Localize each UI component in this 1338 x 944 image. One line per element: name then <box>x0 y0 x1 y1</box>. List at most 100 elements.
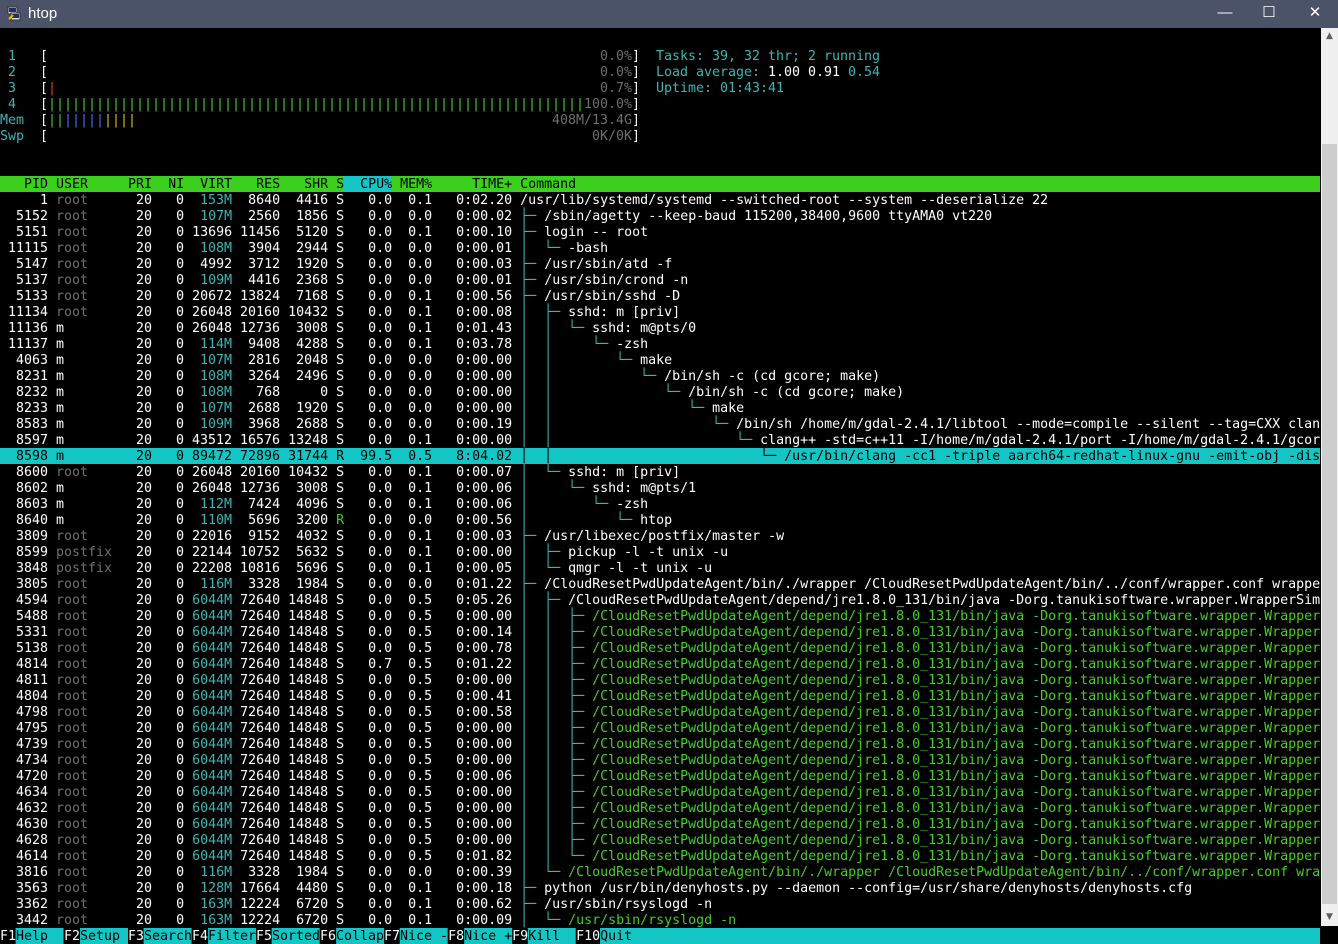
cell-res: 17664 <box>240 880 281 896</box>
process-row[interactable]: 8232 m 20 0 108M 768 0 S 0.0 0.0 0:00.00… <box>0 384 925 400</box>
column-shr[interactable]: SHR <box>280 176 328 192</box>
process-row[interactable]: 4795 root 20 0 6044M 72640 14848 S 0.0 0… <box>0 720 1338 736</box>
process-row[interactable]: 3809 root 20 0 22016 9152 4032 S 0.0 0.1… <box>0 528 802 544</box>
process-row[interactable]: 8598 m 20 0 89472 72896 31744 R 99.5 0.5… <box>0 448 1336 464</box>
process-row[interactable]: 4628 root 20 0 6044M 72640 14848 S 0.0 0… <box>0 832 1338 848</box>
cell-virt: 6044M <box>192 816 233 832</box>
meter-bracket: ] <box>632 112 641 128</box>
process-row[interactable]: 3805 root 20 0 116M 3328 1984 S 0.0 0.0 … <box>0 576 1338 592</box>
process-row[interactable]: 11136 m 20 0 26048 12736 3008 S 0.0 0.1 … <box>0 320 712 336</box>
cell-cpu: 0.0 <box>368 848 393 864</box>
cell-mem: 0.0 <box>408 256 433 272</box>
cell-command: /usr/sbin/crond -n <box>544 272 689 288</box>
cell-command: -bash <box>568 240 609 256</box>
cell-res: 13824 <box>240 288 281 304</box>
process-row[interactable]: 3563 root 20 0 128M 17664 4480 S 0.0 0.1… <box>0 880 1220 896</box>
process-row[interactable]: 5147 root 20 0 4992 3712 1920 S 0.0 0.0 … <box>0 256 688 272</box>
vertical-scrollbar[interactable]: ▲ ▼ <box>1321 28 1338 926</box>
cell-cpu: 0.0 <box>368 880 393 896</box>
column-command[interactable]: Command <box>512 176 576 192</box>
cell-pri: 20 <box>136 816 153 832</box>
column-pri[interactable]: PRI <box>120 176 152 192</box>
fkey-f4[interactable]: F4Filter <box>192 928 257 944</box>
process-row[interactable]: 4634 root 20 0 6044M 72640 14848 S 0.0 0… <box>0 784 1338 800</box>
tree-branch: │ │ └─ <box>520 448 785 464</box>
cell-virt: 109M <box>200 416 233 432</box>
fkey-f8[interactable]: F8Nice + <box>448 928 513 944</box>
process-row[interactable]: 8600 root 20 0 26048 20160 10432 S 0.0 0… <box>0 464 696 480</box>
fkey-f1[interactable]: F1Help <box>0 928 65 944</box>
process-row[interactable]: 11115 root 20 0 108M 3904 2944 S 0.0 0.0… <box>0 240 622 256</box>
process-row[interactable]: 1 root 20 0 153M 8640 4416 S 0.0 0.1 0:0… <box>0 192 1072 208</box>
process-row[interactable]: 4804 root 20 0 6044M 72640 14848 S 0.0 0… <box>0 688 1338 704</box>
cell-pid: 4795 <box>16 720 49 736</box>
process-row[interactable]: 3816 root 20 0 116M 3328 1984 S 0.0 0.0 … <box>0 864 1338 880</box>
fkey-f9[interactable]: F9Kill <box>512 928 577 944</box>
process-row[interactable]: 4734 root 20 0 6044M 72640 14848 S 0.0 0… <box>0 752 1338 768</box>
process-row[interactable]: 11137 m 20 0 114M 9408 4288 S 0.0 0.1 0:… <box>0 336 663 352</box>
fkey-f7[interactable]: F7Nice - <box>384 928 449 944</box>
column-mem[interactable]: MEM% <box>392 176 432 192</box>
fkey-f3[interactable]: F3Search <box>128 928 193 944</box>
minimize-button[interactable]: — <box>1202 0 1248 28</box>
process-row[interactable]: 3848 postfix 20 0 22208 10816 5696 S 0.0… <box>0 560 729 576</box>
process-row[interactable]: 8602 m 20 0 26048 12736 3008 S 0.0 0.1 0… <box>0 480 712 496</box>
cell-shr: 3200 <box>296 512 329 528</box>
column-header-row[interactable]: PID USER PRI NI VIRT RES SHR S CPU% MEM%… <box>0 176 1320 192</box>
column-ni[interactable]: NI <box>152 176 184 192</box>
column-user[interactable]: USER <box>48 176 120 192</box>
process-row[interactable]: 8603 m 20 0 112M 7424 4096 S 0.0 0.1 0:0… <box>0 496 663 512</box>
cell-ni: 0 <box>176 400 185 416</box>
process-row[interactable]: 5133 root 20 0 20672 13824 7168 S 0.0 0.… <box>0 288 696 304</box>
process-row[interactable]: 3362 root 20 0 163M 12224 6720 S 0.0 0.1… <box>0 896 729 912</box>
process-row[interactable]: 8233 m 20 0 107M 2688 1920 S 0.0 0.0 0:0… <box>0 400 761 416</box>
cell-cpu: 0.0 <box>368 384 393 400</box>
scrollbar-thumb[interactable] <box>1322 144 1337 904</box>
cell-s: S <box>336 208 345 224</box>
maximize-button[interactable]: ☐ <box>1246 0 1292 28</box>
process-row[interactable]: 4814 root 20 0 6044M 72640 14848 S 0.7 0… <box>0 656 1338 672</box>
process-row[interactable]: 8583 m 20 0 109M 3968 2688 S 0.0 0.0 0:0… <box>0 416 1338 432</box>
process-row[interactable]: 5152 root 20 0 107M 2560 1856 S 0.0 0.0 … <box>0 208 1015 224</box>
process-row[interactable]: 11134 root 20 0 26048 20160 10432 S 0.0 … <box>0 304 696 320</box>
column-pid[interactable]: PID <box>0 176 48 192</box>
process-row[interactable]: 4632 root 20 0 6044M 72640 14848 S 0.0 0… <box>0 800 1338 816</box>
cell-pri: 20 <box>136 640 153 656</box>
process-row[interactable]: 8231 m 20 0 108M 3264 2496 S 0.0 0.0 0:0… <box>0 368 900 384</box>
process-row[interactable]: 8599 postfix 20 0 22144 10752 5632 S 0.0… <box>0 544 745 560</box>
terminal-area[interactable]: 1 [ 0.0%] 2 [ 0.0%] 3 [| 0.7%] 4 [||||||… <box>0 28 1336 944</box>
cell-s: S <box>336 192 345 208</box>
column-res[interactable]: RES <box>232 176 280 192</box>
column-virt[interactable]: VIRT <box>184 176 232 192</box>
column-time[interactable]: TIME+ <box>432 176 512 192</box>
cell-time: 0:00.56 <box>456 512 513 528</box>
process-row[interactable]: 5137 root 20 0 109M 4416 2368 S 0.0 0.0 … <box>0 272 704 288</box>
process-row[interactable]: 8597 m 20 0 43512 16576 13248 S 0.0 0.1 … <box>0 432 1338 448</box>
process-row[interactable]: 4739 root 20 0 6044M 72640 14848 S 0.0 0… <box>0 736 1338 752</box>
fkey-f2[interactable]: F2Setup <box>64 928 129 944</box>
process-row[interactable]: 5488 root 20 0 6044M 72640 14848 S 0.0 0… <box>0 608 1338 624</box>
process-row[interactable]: 4614 root 20 0 6044M 72640 14848 S 0.0 0… <box>0 848 1338 864</box>
process-row[interactable]: 5151 root 20 0 13696 11456 5120 S 0.0 0.… <box>0 224 663 240</box>
fkey-f6[interactable]: F6Collap <box>320 928 385 944</box>
fkey-f5[interactable]: F5Sorted <box>256 928 321 944</box>
process-row[interactable]: 4720 root 20 0 6044M 72640 14848 S 0.0 0… <box>0 768 1338 784</box>
process-row[interactable]: 8640 m 20 0 110M 5696 3200 R 0.0 0.0 0:0… <box>0 512 688 528</box>
cell-mem: 0.0 <box>408 368 433 384</box>
close-button[interactable]: ✕ <box>1292 0 1338 28</box>
process-row[interactable]: 4630 root 20 0 6044M 72640 14848 S 0.0 0… <box>0 816 1338 832</box>
cell-command: /CloudResetPwdUpdateAgent/depend/jre1.8.… <box>592 752 1337 768</box>
scroll-up-arrow-icon[interactable]: ▲ <box>1321 28 1338 45</box>
process-row[interactable]: 5138 root 20 0 6044M 72640 14848 S 0.0 0… <box>0 640 1338 656</box>
column-cpu[interactable]: CPU% <box>344 176 393 192</box>
column-s[interactable]: S <box>328 176 344 192</box>
process-row[interactable]: 4594 root 20 0 6044M 72640 14848 S 0.0 0… <box>0 592 1338 608</box>
process-row[interactable]: 4811 root 20 0 6044M 72640 14848 S 0.0 0… <box>0 672 1338 688</box>
scroll-down-arrow-icon[interactable]: ▼ <box>1321 909 1338 926</box>
process-row[interactable]: 5331 root 20 0 6044M 72640 14848 S 0.0 0… <box>0 624 1338 640</box>
cell-ni: 0 <box>176 640 185 656</box>
fkey-f10[interactable]: F10Quit <box>576 928 633 944</box>
process-row[interactable]: 4798 root 20 0 6044M 72640 14848 S 0.0 0… <box>0 704 1338 720</box>
cell-pid: 3805 <box>16 576 49 592</box>
process-row[interactable]: 4063 m 20 0 107M 2816 2048 S 0.0 0.0 0:0… <box>0 352 688 368</box>
